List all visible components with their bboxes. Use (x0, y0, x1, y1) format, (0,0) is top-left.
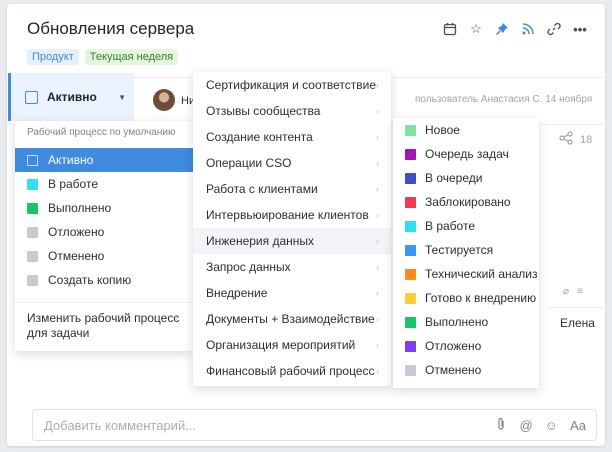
status-swatch-icon (405, 268, 416, 280)
tag-product[interactable]: Продукт (27, 49, 79, 65)
workflow-status-option[interactable]: Заблокировано (393, 190, 539, 214)
chevron-right-icon: › (376, 158, 379, 168)
activity-text: пользователь Анастасия С. 14 ноября (415, 94, 593, 105)
workflow-item[interactable]: Запрос данных › (193, 254, 391, 280)
workflow-item[interactable]: Работа с клиентами › (193, 176, 391, 202)
comment-placeholder: Добавить комментарий... (44, 417, 197, 433)
paperclip-icon[interactable] (495, 417, 507, 434)
workflow-item[interactable]: Создание контента › (193, 124, 391, 150)
tag-current-week[interactable]: Текущая неделя (84, 49, 179, 65)
workflow-caption: Рабочий процесс по умолчанию (27, 127, 176, 138)
status-swatch-icon (405, 316, 416, 328)
workflow-submenu: Сертификация и соответствие › Отзывы сооб… (193, 72, 391, 386)
status-button[interactable]: Активно ▼ (8, 73, 134, 121)
change-workflow-item[interactable]: Изменить рабочий процесс для задачи (27, 311, 179, 341)
status-option-active[interactable]: Активно (15, 148, 193, 172)
status-option-done[interactable]: Выполнено (15, 196, 193, 220)
workflow-item[interactable]: Внедрение › (193, 280, 391, 306)
calendar-icon[interactable] (443, 22, 457, 36)
share-count: 18 (580, 133, 593, 146)
workflow-item[interactable]: Организация мероприятий › (193, 332, 391, 358)
tag-list: Продукт Текущая неделя (27, 49, 179, 65)
emoji-icon[interactable]: ☺ (545, 418, 558, 433)
workflow-status-option[interactable]: Отменено (393, 358, 539, 382)
workflow-status-option[interactable]: Очередь задач (393, 142, 539, 166)
right-cell-name: Елена (560, 316, 595, 330)
status-swatch-icon (405, 340, 416, 352)
status-swatch-icon (405, 220, 416, 232)
chevron-right-icon: › (376, 366, 379, 376)
workflow-item[interactable]: Документы + Взаимодействие › (193, 306, 391, 332)
status-label: Активно (47, 90, 97, 104)
chevron-right-icon: › (376, 132, 379, 142)
status-swatch-icon (27, 178, 38, 190)
workflow-item[interactable]: Финансовый рабочий процесс › (193, 358, 391, 384)
mention-icon[interactable]: @ (519, 418, 532, 433)
workflow-status-option[interactable]: В очереди (393, 166, 539, 190)
chevron-right-icon: › (376, 288, 379, 298)
status-swatch-icon (27, 154, 38, 166)
status-swatch-icon (405, 148, 416, 160)
chevron-right-icon: › (376, 340, 379, 350)
workflow-status-option[interactable]: Тестируется (393, 238, 539, 262)
divider (15, 302, 193, 303)
status-swatch-icon (405, 124, 416, 136)
workflow-status-submenu: Новое Очередь задач В очереди Заблокиров… (393, 118, 539, 388)
star-icon[interactable]: ☆ (469, 21, 483, 36)
status-swatch-icon (405, 364, 416, 376)
status-swatch-icon (405, 244, 416, 256)
chevron-right-icon: › (376, 80, 379, 90)
workflow-status-option[interactable]: Отложено (393, 334, 539, 358)
attachment-icon[interactable]: ⌀ (563, 286, 569, 297)
workflow-item[interactable]: Отзывы сообщества › (193, 98, 391, 124)
format-text-icon[interactable]: Аа (570, 418, 586, 433)
header-actions: ☆ ••• (443, 21, 587, 37)
workflow-status-option[interactable]: Технический анализ (393, 262, 539, 286)
workflow-status-option[interactable]: Новое (393, 118, 539, 142)
chevron-right-icon: › (376, 262, 379, 272)
workflow-status-option[interactable]: Готово к внедрению (393, 286, 539, 310)
comment-actions: @ ☺ Аа (495, 417, 586, 434)
avatar[interactable] (153, 89, 175, 111)
link-icon[interactable] (547, 22, 561, 36)
workflow-item[interactable]: Операции CSO › (193, 150, 391, 176)
status-option-in-progress[interactable]: В работе (15, 172, 193, 196)
bars-icon[interactable]: ≡ (577, 286, 583, 297)
status-option-cancelled[interactable]: Отменено (15, 244, 193, 268)
more-icon[interactable]: ••• (573, 22, 587, 37)
chevron-down-icon: ▼ (118, 92, 126, 102)
status-dropdown: Рабочий процесс по умолчанию Активно В р… (15, 121, 193, 351)
chevron-right-icon: › (175, 312, 178, 322)
status-swatch-icon (27, 250, 38, 262)
rss-icon[interactable] (521, 22, 535, 36)
status-swatch-icon (27, 226, 38, 238)
share-area[interactable]: 18 (559, 131, 592, 148)
workflow-status-option[interactable]: В работе (393, 214, 539, 238)
chevron-right-icon: › (376, 314, 379, 324)
status-swatch-icon (27, 274, 38, 286)
workflow-item[interactable]: Сертификация и соответствие › (193, 72, 391, 98)
chevron-right-icon: › (376, 106, 379, 116)
workflow-item[interactable]: Интервьюирование клиентов › (193, 202, 391, 228)
status-option-create-copy[interactable]: Создать копию (15, 268, 193, 292)
task-title[interactable]: Обновления сервера (27, 19, 194, 39)
status-option-postponed[interactable]: Отложено (15, 220, 193, 244)
status-swatch-icon (27, 202, 38, 214)
share-icon (559, 131, 573, 148)
status-swatch-icon (405, 196, 416, 208)
chevron-right-icon: › (376, 236, 379, 246)
status-swatch-icon (405, 292, 416, 304)
status-swatch-icon (405, 172, 416, 184)
status-checkbox-icon (25, 90, 38, 104)
chevron-right-icon: › (376, 184, 379, 194)
row-actions: ⌀ ≡ (563, 286, 583, 297)
divider (547, 307, 605, 308)
workflow-item-data-engineering[interactable]: Инженерия данных › (193, 228, 391, 254)
comment-input[interactable]: Добавить комментарий... @ ☺ Аа (32, 409, 597, 441)
workflow-status-option[interactable]: Выполнено (393, 310, 539, 334)
chevron-right-icon: › (376, 210, 379, 220)
pin-icon[interactable] (495, 22, 509, 36)
